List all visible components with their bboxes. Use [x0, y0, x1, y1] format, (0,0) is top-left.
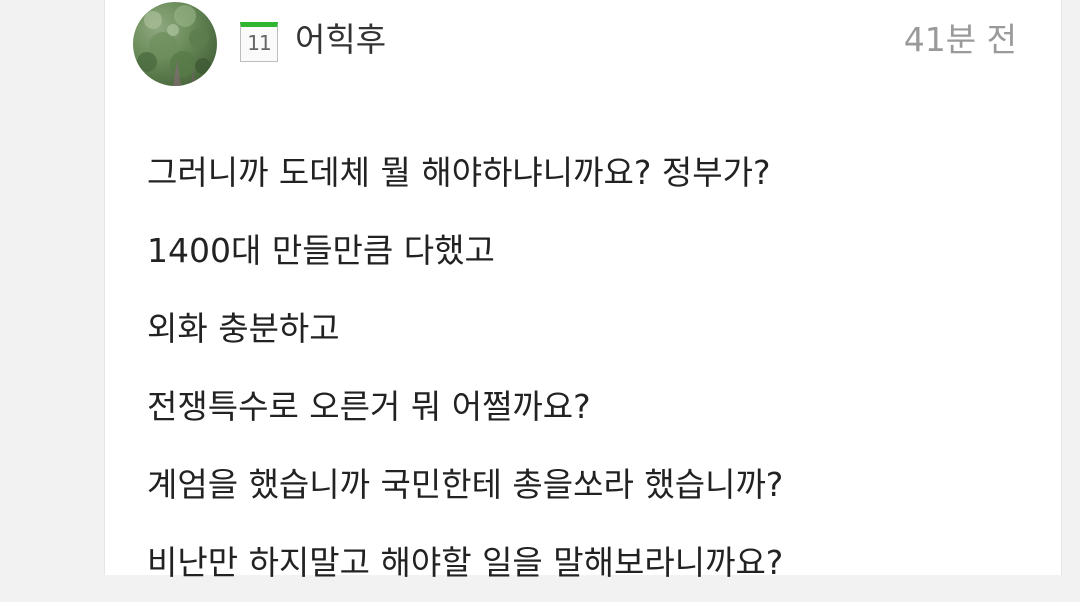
comment-line: 그러니까 도데체 뭘 해야하냐니까요? 정부가?	[147, 153, 771, 192]
author-name[interactable]: 어힉후	[295, 18, 386, 62]
comment-line: 비난만 하지말고 해야할 일을 말해보라니까요?	[147, 543, 784, 582]
comment-timestamp: 41분 전	[903, 20, 1017, 59]
comment-body: 그러니까 도데체 뭘 해야하냐니까요? 정부가? 1400대 만들만큼 다했고 …	[147, 134, 1047, 602]
comment-line: 1400대 만들만큼 다했고	[147, 231, 495, 270]
comment-line: 외화 충분하고	[147, 309, 340, 348]
avatar[interactable]	[133, 2, 217, 86]
comment-line: 계엄을 했습니까 국민한테 총을쏘라 했습니까?	[147, 465, 784, 504]
comment-card: 11 어힉후 41분 전 그러니까 도데체 뭘 해야하냐니까요? 정부가? 14…	[104, 0, 1062, 582]
avatar-image	[137, 5, 211, 86]
comment-line: 전쟁특수로 오른거 뭐 어쩔까요?	[147, 387, 591, 426]
level-badge: 11	[240, 22, 278, 62]
